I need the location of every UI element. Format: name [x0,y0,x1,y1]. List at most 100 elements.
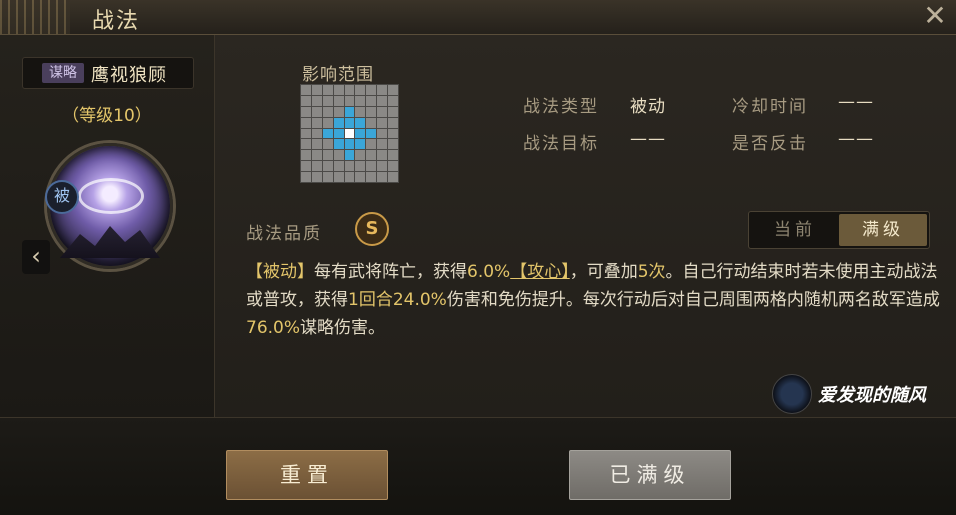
range-cell-hit [355,117,366,128]
range-cell-hit [355,128,366,139]
range-cell-hit [344,106,355,117]
skill-level: （等级10） [62,106,152,126]
range-cell [322,161,333,172]
range-cell [377,150,388,161]
range-cell [301,172,311,182]
range-cell [344,95,355,106]
range-cell-hit [333,139,344,150]
range-cell [388,128,398,139]
quality-label: 战法品质 [246,224,322,244]
range-cell-hit [355,139,366,150]
watermark-logo-icon [772,374,812,414]
range-grid [300,84,399,183]
desc-text: ，可叠加 [569,262,638,282]
range-cell [311,106,322,117]
range-cell [301,106,311,117]
range-cell [377,139,388,150]
range-cell [377,128,388,139]
range-cell [333,150,344,161]
maxed-button[interactable]: 已满级 [569,450,731,500]
range-cell [311,85,322,95]
range-cell [333,106,344,117]
range-cell [301,85,311,95]
toggle-current[interactable]: 当前 [751,214,839,246]
range-cell [355,150,366,161]
passive-badge: 被 [45,180,79,214]
range-cell [388,161,398,172]
range-cell-hit [344,117,355,128]
range-cell [355,161,366,172]
range-cell [355,95,366,106]
range-cell-hit [333,117,344,128]
range-cell [311,161,322,172]
range-cell [311,117,322,128]
skill-type-tag: 谋略 [42,63,84,83]
range-cell [388,117,398,128]
range-cell [355,85,366,95]
skill-name-box: 谋略 鹰视狼顾 [22,57,194,89]
desc-text: 谋略伤害。 [300,318,386,338]
toggle-max-level[interactable]: 满级 [839,214,927,246]
range-cell [366,139,377,150]
range-cell [366,106,377,117]
range-cell [322,172,333,182]
range-cell-hit [344,139,355,150]
range-cell [301,150,311,161]
range-cell [344,172,355,182]
watermark: 爱发现的随风 [772,373,942,414]
range-cell [366,117,377,128]
title-ornament [0,0,70,34]
quality-grade-badge: S [355,212,389,246]
range-cell [366,161,377,172]
range-cell [322,106,333,117]
desc-tag: 【被动】 [246,262,314,282]
range-cell-hit [322,128,333,139]
counter-label: 是否反击 [732,134,808,154]
range-cell-hit [366,128,377,139]
range-cell [322,139,333,150]
counter-value: —— [838,129,874,149]
range-cell [322,95,333,106]
range-cell [311,150,322,161]
desc-text: 每有武将阵亡，获得 [314,262,467,282]
target-label: 战法目标 [523,134,599,154]
range-cell [333,172,344,182]
range-cell [388,95,398,106]
title-bar: 战法 ✕ [0,0,956,35]
footer-bar [0,417,956,515]
range-cell-hit [344,150,355,161]
watermark-text: 爱发现的随风 [818,385,926,406]
desc-keyword[interactable]: 【攻心】 [510,262,570,282]
range-cell [322,150,333,161]
skill-type-value: 被动 [630,97,666,117]
skill-type-label: 战法类型 [523,97,599,117]
range-cell-self [344,128,355,139]
range-cell [377,161,388,172]
close-icon[interactable]: ✕ [920,2,950,32]
skill-name: 鹰视狼顾 [91,65,167,86]
range-label: 影响范围 [302,65,374,85]
desc-value: 76.0% [246,318,301,338]
range-cell [322,85,333,95]
range-cell [311,95,322,106]
range-cell [355,106,366,117]
range-cell [366,85,377,95]
range-cell [301,139,311,150]
range-cell [301,117,311,128]
chevron-left-icon[interactable]: ‹ [22,240,50,274]
level-toggle: 当前 满级 [748,211,930,249]
range-cell [333,85,344,95]
eye-icon [78,178,144,214]
range-cell [322,117,333,128]
reset-button[interactable]: 重置 [226,450,388,500]
range-cell [366,172,377,182]
desc-value: 6.0% [467,262,511,282]
range-cell [377,85,388,95]
range-cell [377,95,388,106]
range-cell [388,139,398,150]
range-cell [301,128,311,139]
range-cell [366,95,377,106]
skill-art [60,226,160,258]
range-cell [311,128,322,139]
range-cell [388,85,398,95]
